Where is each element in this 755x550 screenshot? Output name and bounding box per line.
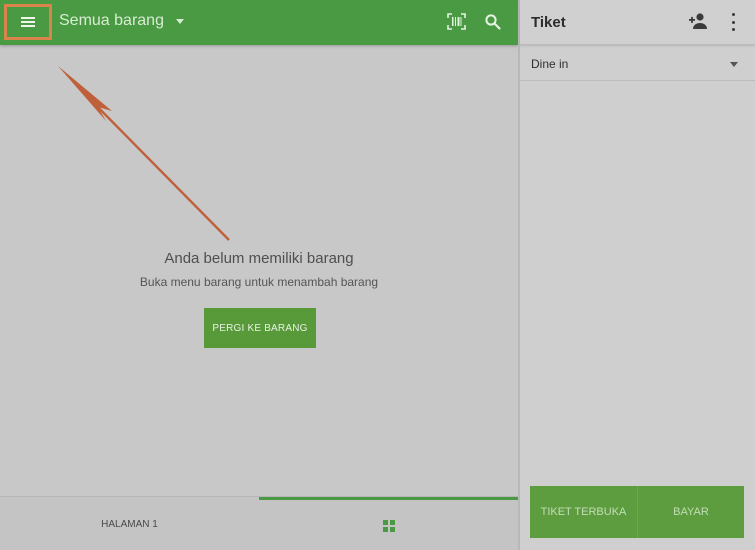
category-dropdown[interactable]: Semua barang [59, 12, 184, 30]
ticket-header: Tiket [520, 0, 755, 45]
go-to-items-button[interactable]: PERGI KE BARANG [204, 308, 316, 348]
more-vertical-icon[interactable] [730, 13, 736, 31]
barcode-scan-icon[interactable] [447, 13, 466, 30]
tab-page-1[interactable]: HALAMAN 1 [0, 497, 259, 550]
pay-button[interactable]: BAYAR [637, 486, 744, 538]
tab-grid-view[interactable] [259, 497, 518, 550]
caret-down-icon [175, 18, 184, 24]
page-tab-bar: HALAMAN 1 [0, 496, 518, 550]
search-icon[interactable] [484, 13, 502, 31]
empty-state-title: Anda belum memiliki barang [164, 250, 354, 267]
items-content: Anda belum memiliki barang Buka menu bar… [0, 45, 518, 496]
dining-option-value: Dine in [531, 57, 569, 71]
ticket-title: Tiket [531, 14, 566, 31]
hamburger-menu-icon [21, 17, 35, 27]
items-pane: Semua barang Anda belum memiliki barang … [0, 0, 518, 550]
items-app-bar: Semua barang [0, 0, 518, 45]
add-person-icon[interactable] [688, 12, 708, 30]
menu-button[interactable] [4, 4, 52, 40]
dining-option-select[interactable]: Dine in [520, 46, 755, 81]
grid-icon [382, 519, 395, 532]
ticket-pane: Tiket Dine in TIKET TERBUKA BAYAR [520, 0, 755, 550]
annotation-arrow [58, 66, 230, 241]
open-tickets-button[interactable]: TIKET TERBUKA [530, 486, 637, 538]
category-title: Semua barang [59, 12, 164, 29]
empty-state-subtitle: Buka menu barang untuk menambah barang [139, 275, 379, 289]
caret-down-icon [730, 62, 738, 67]
